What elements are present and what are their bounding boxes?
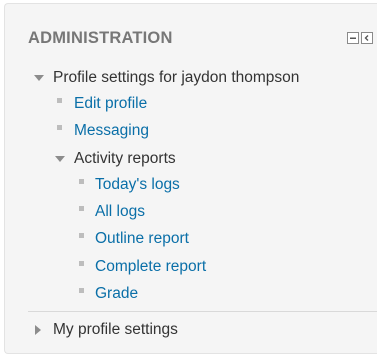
bullet-square-icon bbox=[57, 98, 62, 103]
bullet-square-icon bbox=[79, 261, 84, 266]
block-title: ADMINISTRATION bbox=[28, 29, 173, 47]
todays-logs-link[interactable]: Today's logs bbox=[95, 174, 180, 196]
administration-block: ADMINISTRATION Profile settings for jayd… bbox=[4, 3, 377, 354]
outline-report-link[interactable]: Outline report bbox=[95, 228, 189, 250]
bullet-square-icon bbox=[79, 206, 84, 211]
triangle-down-icon[interactable] bbox=[34, 75, 44, 81]
dock-arrow-icon bbox=[364, 35, 369, 41]
tree-node-label: My profile settings bbox=[53, 321, 178, 338]
bullet-square-icon bbox=[79, 288, 84, 293]
triangle-down-icon[interactable] bbox=[55, 156, 65, 162]
bullet-square-icon bbox=[57, 125, 62, 130]
complete-report-link[interactable]: Complete report bbox=[95, 256, 206, 278]
tree-node-activity-reports[interactable]: Activity reports bbox=[55, 148, 355, 170]
tree-node-label: Activity reports bbox=[74, 150, 176, 167]
tree-node-label: Profile settings for jaydon thompson bbox=[53, 69, 300, 86]
messaging-link[interactable]: Messaging bbox=[74, 120, 149, 142]
bullet-square-icon bbox=[79, 179, 84, 184]
triangle-right-icon[interactable] bbox=[35, 325, 41, 335]
hide-block-button[interactable] bbox=[347, 32, 359, 44]
tree-node-my-profile-settings[interactable]: My profile settings bbox=[35, 319, 335, 341]
minus-icon bbox=[350, 37, 356, 39]
all-logs-link[interactable]: All logs bbox=[95, 201, 145, 223]
dock-block-button[interactable] bbox=[361, 32, 373, 44]
edit-profile-link[interactable]: Edit profile bbox=[74, 93, 147, 115]
grade-link[interactable]: Grade bbox=[95, 283, 138, 305]
divider bbox=[28, 311, 377, 312]
bullet-square-icon bbox=[79, 233, 84, 238]
tree-node-profile-settings[interactable]: Profile settings for jaydon thompson bbox=[34, 67, 374, 89]
